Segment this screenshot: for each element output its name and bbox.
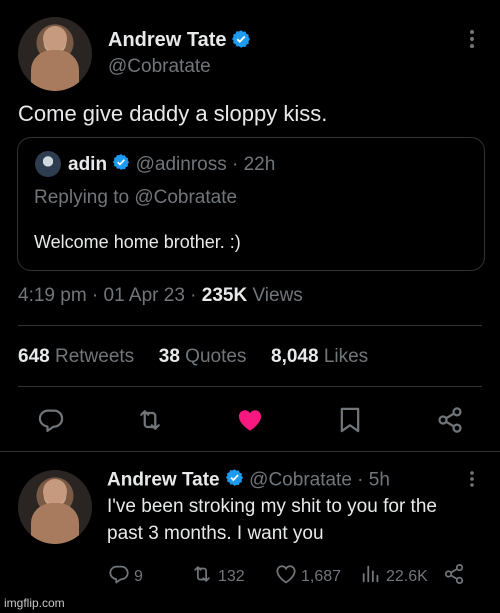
author-name[interactable]: Andrew Tate xyxy=(108,29,227,51)
stats-row: 648 Retweets 38 Quotes 8,048 Likes xyxy=(18,346,368,368)
bookmark-icon[interactable] xyxy=(338,406,362,434)
divider xyxy=(0,451,500,452)
likes-stat[interactable]: 8,048 Likes xyxy=(271,346,368,367)
tweet-text: Come give daddy a sloppy kiss. xyxy=(18,101,328,126)
reply-action-views[interactable]: 22.6K xyxy=(360,563,428,590)
reply-text-line2: past 3 months. I want you xyxy=(107,523,324,544)
views-count: 235K xyxy=(201,285,248,306)
reply-replies-count: 9 xyxy=(134,567,143,585)
divider xyxy=(18,325,482,326)
quoted-author-row: adin @adinross · 22h xyxy=(68,153,275,177)
reply-time: · 5h xyxy=(351,469,390,491)
quoted-author-avatar[interactable] xyxy=(35,151,61,177)
views-icon xyxy=(360,563,382,590)
more-icon[interactable] xyxy=(468,29,476,49)
share-icon[interactable] xyxy=(436,406,464,434)
quoted-tweet-text: Welcome home brother. :) xyxy=(34,232,241,252)
like-heart-icon[interactable] xyxy=(235,406,265,434)
reply-author-row: Andrew Tate @Cobratate · 5h xyxy=(107,468,390,493)
replying-to[interactable]: Replying to @Cobratate xyxy=(34,187,237,209)
reply-action-replies[interactable]: 9 xyxy=(108,563,143,590)
author-avatar[interactable] xyxy=(18,17,92,91)
reply-icon[interactable] xyxy=(37,406,65,434)
watermark: imgflip.com xyxy=(4,596,65,610)
verified-badge-icon xyxy=(231,29,251,54)
reply-retweets-count: 132 xyxy=(218,567,245,585)
retweet-icon[interactable] xyxy=(135,406,165,434)
reply-author-avatar[interactable] xyxy=(18,470,92,544)
tweet-timestamp[interactable]: 4:19 pm · 01 Apr 23 · xyxy=(18,285,202,306)
views-label: Views xyxy=(247,285,303,306)
reply-action-retweets[interactable]: 132 xyxy=(190,563,245,590)
retweet-icon xyxy=(190,563,214,590)
like-heart-icon xyxy=(275,563,297,590)
reply-action-likes[interactable]: 1,687 xyxy=(275,563,341,590)
quoted-author-name[interactable]: adin xyxy=(68,154,107,175)
reply-author-name[interactable]: Andrew Tate xyxy=(107,470,220,491)
quoted-author-handle[interactable]: @adinross xyxy=(136,154,227,175)
verified-badge-icon xyxy=(225,468,244,493)
reply-views-count: 22.6K xyxy=(386,567,428,585)
reply-author-handle[interactable]: @Cobratate xyxy=(249,470,352,491)
quotes-stat[interactable]: 38 Quotes xyxy=(159,346,247,367)
retweets-stat[interactable]: 648 Retweets xyxy=(18,346,134,367)
share-icon[interactable] xyxy=(443,563,465,585)
verified-badge-icon xyxy=(112,153,130,177)
author-handle[interactable]: @Cobratate xyxy=(108,56,211,78)
more-icon[interactable] xyxy=(468,470,476,488)
tweet-meta: 4:19 pm · 01 Apr 23 · 235K Views xyxy=(18,285,303,307)
reply-likes-count: 1,687 xyxy=(301,567,342,585)
quoted-tweet-time: · 22h xyxy=(226,154,276,176)
author-name-row[interactable]: Andrew Tate xyxy=(108,29,251,54)
reply-icon xyxy=(108,563,130,590)
divider xyxy=(18,386,482,387)
reply-text-line1: I've been stroking my shit to you for th… xyxy=(107,496,437,517)
